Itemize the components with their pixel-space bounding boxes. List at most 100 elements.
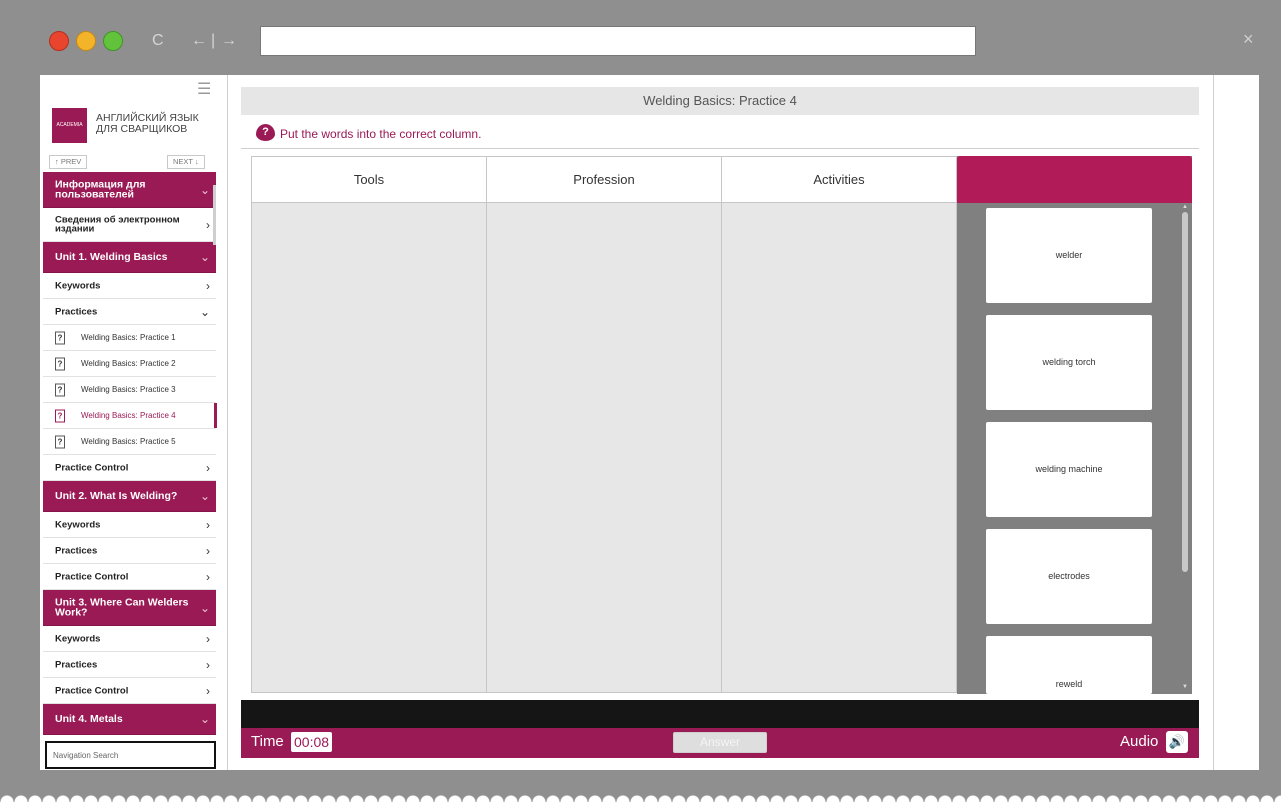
word-card-label: welding machine xyxy=(1035,464,1103,474)
word-bank-scrollbar[interactable]: ▲ ▼ xyxy=(1181,204,1189,694)
sidebar-item-label: Unit 4. Metals xyxy=(55,712,123,725)
right-gutter xyxy=(1213,75,1259,770)
back-icon[interactable]: ← xyxy=(191,31,207,51)
sidebar-subitem[interactable]: Welding Basics: Practice 1? xyxy=(43,325,216,351)
chevron-right-icon: › xyxy=(206,278,210,293)
maximize-window-button[interactable] xyxy=(103,31,123,51)
sidebar-item[interactable]: Practice Control › xyxy=(43,455,216,481)
refresh-icon[interactable]: C xyxy=(152,31,164,51)
course-title-line2: ДЛЯ СВАРЩИКОВ xyxy=(96,123,188,135)
question-icon: ? xyxy=(55,435,65,448)
scrollbar-thumb[interactable] xyxy=(1182,212,1188,572)
prev-button[interactable]: ↑ PREV xyxy=(49,155,88,169)
sidebar-subitem[interactable]: Welding Basics: Practice 2? xyxy=(43,351,216,377)
sidebar-item-label: Practices xyxy=(55,305,98,317)
word-card[interactable]: welding torch xyxy=(986,315,1152,410)
word-card[interactable]: electrodes xyxy=(986,529,1152,624)
question-icon: ? xyxy=(55,383,65,396)
sidebar-item-label: Keywords xyxy=(55,279,101,291)
chevron-right-icon: › xyxy=(206,683,210,698)
sidebar-item-label: Unit 3. Where Can Welders Work? xyxy=(55,596,189,619)
word-card-label: reweld xyxy=(1055,679,1083,689)
chevron-right-icon: › xyxy=(206,657,210,672)
question-icon: ? xyxy=(55,331,65,344)
sidebar-item[interactable]: Practice Control › xyxy=(43,678,216,704)
chevron-right-icon: › xyxy=(206,569,210,584)
menu-icon[interactable]: ☰ xyxy=(197,79,211,99)
sidebar: ☰ ACADEMIA АНГЛИЙСКИЙ ЯЗЫК ДЛЯ СВАРЩИКОВ… xyxy=(43,75,228,770)
sidebar-item[interactable]: Practices › xyxy=(43,538,216,564)
sidebar-item[interactable]: Keywords › xyxy=(43,626,216,652)
toolbar-divider: | xyxy=(211,32,216,49)
sidebar-unit-header[interactable]: Unit 4. Metals ⌄ xyxy=(43,704,216,735)
sidebar-unit-header[interactable]: Unit 3. Where Can Welders Work? ⌄ xyxy=(43,590,216,626)
sidebar-item-label: Welding Basics: Practice 4 xyxy=(81,410,176,420)
sidebar-item-label: Unit 2. What Is Welding? xyxy=(55,489,178,502)
sidebar-item-label: Practice Control xyxy=(55,570,129,582)
close-window-button[interactable] xyxy=(49,31,69,51)
sidebar-unit-header[interactable]: Информация для пользователей ⌄ xyxy=(43,172,216,208)
sidebar-item[interactable]: Сведения об электронном издании › xyxy=(43,208,216,242)
sidebar-item-label: Welding Basics: Practice 1 xyxy=(81,332,176,342)
sidebar-item[interactable]: Keywords › xyxy=(43,273,216,299)
close-icon[interactable]: × xyxy=(1243,29,1254,50)
word-bank-header xyxy=(957,156,1192,203)
sidebar-item-label: Practices xyxy=(55,544,98,556)
active-indicator xyxy=(214,403,217,428)
chevron-down-icon: ⌄ xyxy=(199,600,210,615)
sidebar-subitem[interactable]: Welding Basics: Practice 4? xyxy=(43,403,217,429)
sidebar-item-label: Welding Basics: Practice 3 xyxy=(81,384,176,394)
sidebar-item-label: Информация для пользователей xyxy=(55,178,146,201)
footer-bar: Time 00:08 Answer Audio 🔊 xyxy=(241,728,1199,758)
word-card-label: welding torch xyxy=(1042,357,1096,367)
chevron-right-icon: › xyxy=(206,543,210,558)
address-bar[interactable] xyxy=(260,26,976,56)
sidebar-item[interactable]: Practices › xyxy=(43,652,216,678)
timer-value: 00:08 xyxy=(291,732,333,752)
divider xyxy=(241,148,1199,149)
sidebar-item-label: Welding Basics: Practice 5 xyxy=(81,436,176,446)
sidebar-subitem[interactable]: Welding Basics: Practice 5? xyxy=(43,429,216,455)
chevron-right-icon: › xyxy=(206,517,210,532)
sidebar-item[interactable]: Practices ⌄ xyxy=(43,299,216,325)
instruction: ? Put the words into the correct column. xyxy=(256,124,481,144)
answer-button[interactable]: Answer xyxy=(673,732,767,753)
sidebar-unit-header[interactable]: Unit 2. What Is Welding? ⌄ xyxy=(43,481,216,512)
sidebar-subitem[interactable]: Welding Basics: Practice 3? xyxy=(43,377,216,403)
word-card[interactable]: reweld xyxy=(986,636,1152,694)
question-icon: ? xyxy=(55,357,65,370)
course-title: АНГЛИЙСКИЙ ЯЗЫК ДЛЯ СВАРЩИКОВ xyxy=(96,113,199,135)
sidebar-item-label: Welding Basics: Practice 2 xyxy=(81,358,176,368)
word-card[interactable]: welder xyxy=(986,208,1152,303)
chevron-right-icon: › xyxy=(206,460,210,475)
speaker-icon[interactable]: 🔊 xyxy=(1166,731,1188,753)
column-profession[interactable]: Profession xyxy=(487,157,722,692)
sidebar-item-label: Сведения об электронном издании xyxy=(55,214,180,235)
publisher-logo: ACADEMIA xyxy=(52,108,87,143)
word-card[interactable]: welding machine xyxy=(986,422,1152,517)
word-card-label: electrodes xyxy=(1048,571,1090,581)
minimize-window-button[interactable] xyxy=(76,31,96,51)
chevron-down-icon: ⌄ xyxy=(199,304,210,319)
feedback-bar xyxy=(241,700,1199,728)
column-header-profession: Profession xyxy=(487,157,721,203)
scroll-down-arrow-icon[interactable]: ▼ xyxy=(1181,684,1189,690)
word-bank: welder welding torch welding machine ele… xyxy=(957,156,1192,694)
sidebar-item[interactable]: Keywords › xyxy=(43,512,216,538)
sidebar-item[interactable]: Practice Control › xyxy=(43,564,216,590)
chevron-right-icon: › xyxy=(206,631,210,646)
column-tools[interactable]: Tools xyxy=(252,157,487,692)
sorting-board: Tools Profession Activities welder weldi… xyxy=(251,156,1192,694)
word-card-label: welder xyxy=(1055,250,1083,260)
forward-icon[interactable]: → xyxy=(221,31,237,51)
sidebar-item-label: Unit 1. Welding Basics xyxy=(55,250,168,263)
scroll-up-arrow-icon[interactable]: ▲ xyxy=(1181,204,1189,210)
main-content: Welding Basics: Practice 4 ? Put the wor… xyxy=(228,75,1213,770)
sidebar-unit-header[interactable]: Unit 1. Welding Basics ⌄ xyxy=(43,242,216,273)
sidebar-scrollbar[interactable] xyxy=(213,185,216,245)
chevron-down-icon: ⌄ xyxy=(199,712,210,726)
navigation-search-input[interactable]: Navigation Search xyxy=(45,741,216,769)
time-label: Time xyxy=(251,733,284,750)
next-button[interactable]: NEXT ↓ xyxy=(167,155,205,169)
column-activities[interactable]: Activities xyxy=(722,157,957,692)
